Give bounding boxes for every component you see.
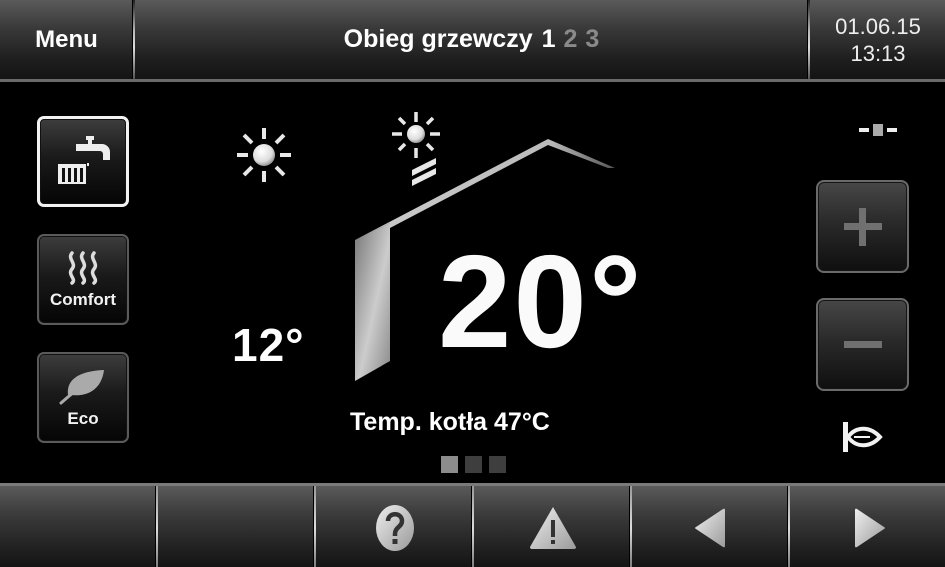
sun-icon [237, 128, 291, 182]
circuit-tab-1[interactable]: 1 [542, 25, 556, 54]
arrow-left-icon [695, 508, 725, 548]
tap-radiator-icon [58, 135, 110, 184]
footer-button-empty-2[interactable] [158, 486, 316, 567]
minus-icon [843, 340, 882, 348]
page-dot-2 [465, 456, 482, 473]
date-text: 01.06.15 [835, 13, 921, 39]
time-text: 13:13 [850, 40, 906, 66]
mode-button-dhw[interactable] [37, 116, 129, 207]
circuit-tab-2[interactable]: 2 [564, 25, 578, 54]
warning-button[interactable] [474, 486, 632, 567]
menu-button[interactable]: Menu [0, 0, 133, 79]
heat-waves-icon [68, 250, 98, 285]
datetime-display[interactable]: 01.06.15 13:13 [811, 0, 945, 79]
room-temperature-setpoint: 20° [438, 228, 644, 375]
comfort-label: Comfort [49, 289, 117, 309]
bottom-bar [0, 483, 945, 567]
menu-label: Menu [35, 25, 98, 53]
footer-button-empty-1[interactable] [0, 486, 158, 567]
outdoor-temperature: 12° [232, 319, 305, 371]
holiday-fish-icon[interactable] [840, 418, 884, 456]
top-bar: Menu Obieg grzewczy 1 2 3 01.06.15 13:13 [0, 0, 945, 82]
page-dot-1 [441, 456, 458, 473]
circuit-title: Obieg grzewczy 1 2 3 [135, 0, 808, 79]
eco-label: Eco [67, 408, 99, 428]
plus-icon [843, 207, 882, 246]
help-icon [376, 505, 414, 551]
decrease-temperature-button[interactable] [816, 298, 909, 391]
title-text: Obieg grzewczy [343, 25, 533, 53]
boiler-temperature: Temp. kotła 47°C [350, 408, 550, 436]
forward-button[interactable] [790, 486, 945, 567]
divider [808, 0, 810, 79]
help-button[interactable] [316, 486, 474, 567]
circuit-tab-3[interactable]: 3 [585, 25, 599, 54]
page-dot-3 [489, 456, 506, 473]
mode-button-comfort[interactable]: Comfort [37, 234, 129, 325]
warning-icon [530, 507, 576, 549]
increase-temperature-button[interactable] [816, 180, 909, 273]
arrow-right-icon [855, 508, 885, 548]
slider-indicator-icon [859, 124, 897, 136]
leaf-icon [59, 369, 104, 404]
page-indicator [441, 456, 506, 473]
mode-button-eco[interactable]: Eco [37, 352, 129, 443]
back-button[interactable] [632, 486, 790, 567]
